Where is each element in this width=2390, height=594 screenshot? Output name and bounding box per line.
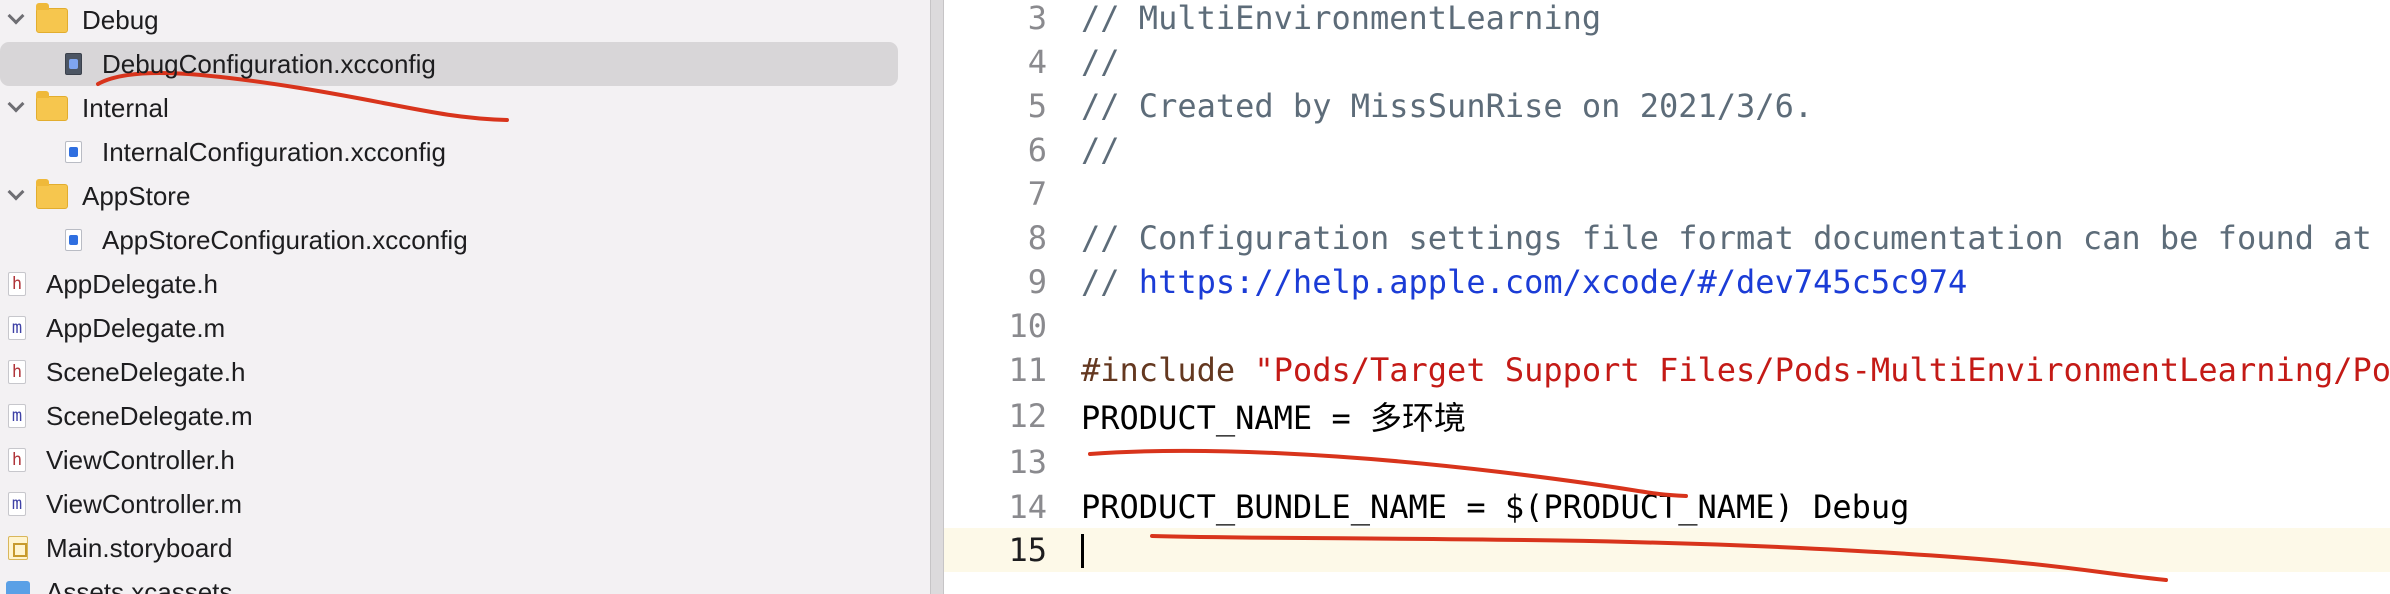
code-text: PRODUCT_BUNDLE_NAME = $(PRODUCT_NAME) De… — [1081, 488, 1910, 526]
file-row-viewcontroller-m[interactable]: m ViewController.m — [0, 482, 930, 526]
file-row-scenedelegate-m[interactable]: m SceneDelegate.m — [0, 394, 930, 438]
code-line: 4 // — [944, 40, 2390, 84]
file-label: SceneDelegate.m — [46, 400, 253, 431]
file-row-debug-xcconfig[interactable]: DebugConfiguration.xcconfig — [0, 42, 930, 86]
folder-row-internal[interactable]: Internal — [0, 86, 930, 130]
code-line: 13 — [944, 440, 2390, 484]
code-line: 10 — [944, 304, 2390, 348]
source-file-icon: m — [8, 492, 26, 516]
source-editor[interactable]: 3 // MultiEnvironmentLearning 4 // 5 // … — [944, 0, 2390, 594]
xcconfig-file-icon — [65, 229, 82, 251]
file-label: ViewController.m — [46, 488, 243, 519]
folder-label: Internal — [82, 92, 169, 123]
code-text: // — [1081, 131, 1120, 169]
file-row-appdelegate-h[interactable]: h AppDelegate.h — [0, 262, 930, 306]
split-view-divider[interactable] — [930, 0, 944, 594]
documentation-link[interactable]: https://help.apple.com/xcode/#/dev745c5c… — [1139, 263, 1967, 301]
code-line: 3 // MultiEnvironmentLearning — [944, 0, 2390, 40]
line-number: 12 — [1008, 397, 1047, 435]
xcconfig-file-icon — [65, 53, 82, 75]
code-line: 11 #include "Pods/Target Support Files/P… — [944, 348, 2390, 392]
source-file-icon: m — [8, 316, 26, 340]
code-line: 12 PRODUCT_NAME = 多环境 — [944, 394, 2390, 438]
project-navigator: Debug DebugConfiguration.xcconfig Intern… — [0, 0, 930, 594]
include-directive: #include — [1081, 351, 1255, 389]
file-label: DebugConfiguration.xcconfig — [102, 48, 436, 79]
line-number: 4 — [1027, 43, 1047, 81]
code-line: 9 // https://help.apple.com/xcode/#/dev7… — [944, 260, 2390, 304]
file-label: Assets.xcassets — [46, 576, 233, 594]
chevron-down-icon[interactable] — [7, 183, 25, 201]
line-number: 15 — [1008, 531, 1047, 569]
chevron-down-icon[interactable] — [7, 95, 25, 113]
line-number: 5 — [1027, 87, 1047, 125]
folder-icon — [36, 2, 68, 33]
folder-icon — [36, 90, 68, 121]
header-file-icon: h — [8, 272, 26, 296]
line-number: 7 — [1027, 175, 1047, 213]
folder-row-appstore[interactable]: AppStore — [0, 174, 930, 218]
file-label: AppStoreConfiguration.xcconfig — [102, 224, 468, 255]
line-number: 9 — [1027, 263, 1047, 301]
xcconfig-file-icon — [65, 141, 82, 163]
code-text: PRODUCT_NAME = 多环境 — [1081, 399, 1466, 437]
asset-catalog-icon — [6, 581, 30, 594]
storyboard-file-icon — [8, 536, 28, 560]
code-text: // MultiEnvironmentLearning — [1081, 0, 1602, 37]
comment-prefix: // — [1081, 263, 1139, 301]
file-label: SceneDelegate.h — [46, 356, 246, 387]
line-number: 13 — [1008, 443, 1047, 481]
file-row-appstore-xcconfig[interactable]: AppStoreConfiguration.xcconfig — [0, 218, 930, 262]
code-line-current: 15 — [944, 528, 2390, 572]
line-number: 11 — [1008, 351, 1047, 389]
folder-label: Debug — [82, 4, 159, 35]
folder-label: AppStore — [82, 180, 191, 211]
file-row-assets[interactable]: Assets.xcassets — [0, 570, 930, 594]
source-file-icon: m — [8, 404, 26, 428]
include-path-string: "Pods/Target Support Files/Pods-MultiEnv… — [1254, 351, 2390, 389]
text-cursor — [1081, 534, 1084, 568]
folder-icon — [36, 178, 68, 209]
line-number: 14 — [1008, 488, 1047, 526]
code-text: // — [1081, 43, 1120, 81]
file-label: ViewController.h — [46, 444, 235, 475]
code-text: #include "Pods/Target Support Files/Pods… — [1081, 351, 2390, 389]
file-row-viewcontroller-h[interactable]: h ViewController.h — [0, 438, 930, 482]
file-row-scenedelegate-h[interactable]: h SceneDelegate.h — [0, 350, 930, 394]
line-number: 3 — [1027, 0, 1047, 37]
file-label: AppDelegate.h — [46, 268, 219, 299]
chevron-down-icon[interactable] — [7, 7, 25, 25]
header-file-icon: h — [8, 360, 26, 384]
code-text: // https://help.apple.com/xcode/#/dev745… — [1081, 263, 1967, 301]
line-number: 10 — [1008, 307, 1047, 345]
code-line: 7 — [944, 172, 2390, 216]
file-label: InternalConfiguration.xcconfig — [102, 136, 446, 167]
file-row-appdelegate-m[interactable]: m AppDelegate.m — [0, 306, 930, 350]
file-label: Main.storyboard — [46, 532, 233, 563]
file-label: AppDelegate.m — [46, 312, 226, 343]
file-row-internal-xcconfig[interactable]: InternalConfiguration.xcconfig — [0, 130, 930, 174]
code-text: // Created by MissSunRise on 2021/3/6. — [1081, 87, 1814, 125]
code-text: // Configuration settings file format do… — [1081, 219, 2372, 257]
code-line: 6 // — [944, 128, 2390, 172]
folder-row-debug[interactable]: Debug — [0, 0, 930, 42]
file-row-main-storyboard[interactable]: Main.storyboard — [0, 526, 930, 570]
line-number: 8 — [1027, 219, 1047, 257]
code-line: 14 PRODUCT_BUNDLE_NAME = $(PRODUCT_NAME)… — [944, 485, 2390, 529]
code-line: 5 // Created by MissSunRise on 2021/3/6. — [944, 84, 2390, 128]
line-number: 6 — [1027, 131, 1047, 169]
code-line: 8 // Configuration settings file format … — [944, 216, 2390, 260]
header-file-icon: h — [8, 448, 26, 472]
